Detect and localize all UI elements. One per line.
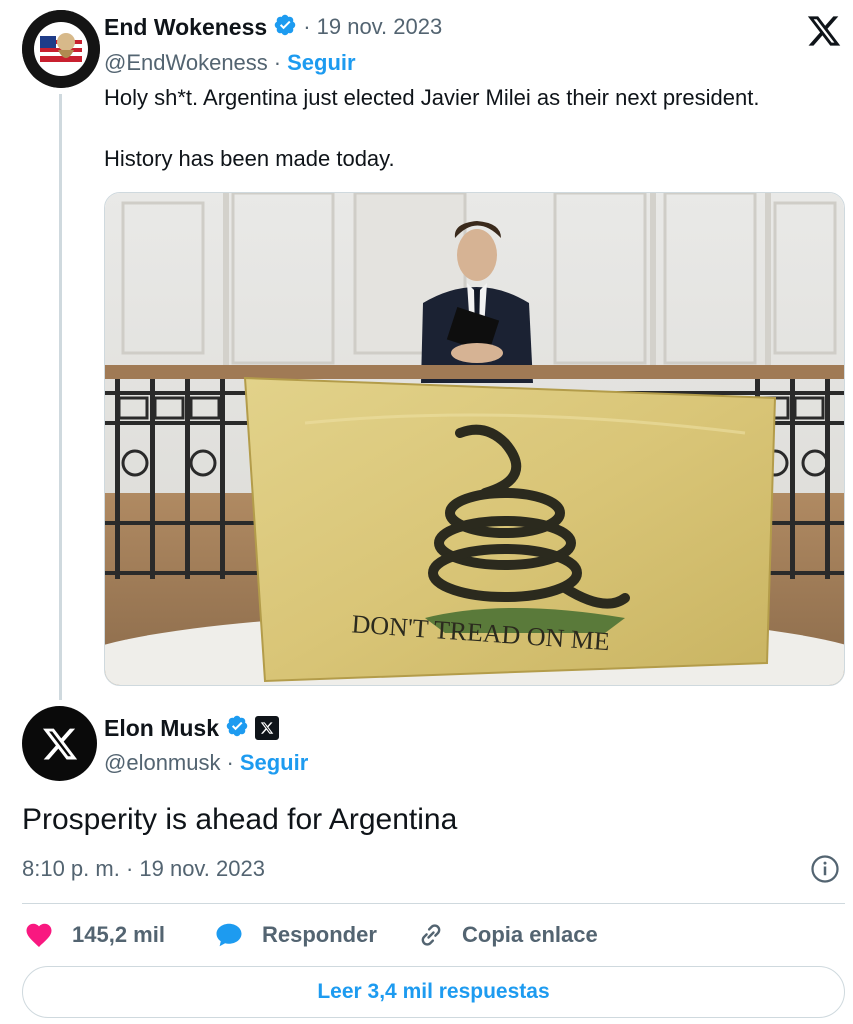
tweet-timestamp[interactable]: 8:10 p. m. · 19 nov. 2023 — [22, 856, 265, 882]
thread-connector-line — [59, 94, 62, 700]
divider — [22, 903, 845, 904]
separator-dot: · — [226, 750, 234, 775]
photo-graphic: DON'T TREAD ON ME — [105, 193, 844, 685]
verified-badge-icon — [225, 714, 249, 743]
copy-link-action[interactable]: Copia enlace — [416, 918, 598, 952]
verified-badge-icon — [273, 13, 297, 42]
read-replies-button[interactable]: Leer 3,4 mil respuestas — [22, 966, 845, 1018]
main-tweet-text: Prosperity is ahead for Argentina — [22, 803, 458, 836]
heart-icon — [24, 920, 54, 950]
x-affiliate-icon[interactable] — [255, 716, 280, 740]
reply-bubble-icon — [214, 920, 244, 950]
elon-musk-avatar[interactable] — [22, 706, 97, 781]
end-wokeness-avatar[interactable] — [22, 10, 100, 88]
x-avatar-logo-icon — [42, 728, 77, 759]
quoted-display-name[interactable]: End Wokeness — [104, 14, 267, 41]
main-handle[interactable]: @elonmusk — [104, 750, 221, 776]
like-action[interactable]: 145,2 mil — [24, 918, 165, 952]
main-display-name[interactable]: Elon Musk — [104, 715, 219, 742]
tweet-photo[interactable]: DON'T TREAD ON ME — [104, 192, 845, 686]
reply-action[interactable]: Responder — [214, 918, 377, 952]
quoted-date[interactable]: · 19 nov. 2023 — [303, 14, 442, 40]
quoted-tweet-text-line2: History has been made today. — [104, 146, 395, 171]
avatar-graphic — [22, 10, 100, 88]
main-handle-row: @elonmusk · Seguir — [104, 748, 308, 778]
read-replies-label: Leer 3,4 mil respuestas — [317, 980, 550, 1003]
main-follow-button[interactable]: Seguir — [240, 750, 308, 776]
info-icon[interactable] — [810, 854, 840, 884]
x-logo-icon[interactable] — [806, 13, 842, 49]
link-icon — [416, 920, 446, 950]
quoted-handle[interactable]: @EndWokeness — [104, 50, 268, 76]
separator-dot: · — [273, 50, 282, 75]
quoted-tweet-text-line1: Holy sh*t. Argentina just elected Javier… — [104, 85, 760, 110]
quoted-handle-row: @EndWokeness · Seguir — [104, 48, 356, 78]
main-tweet-header: Elon Musk — [104, 712, 280, 744]
reply-label: Responder — [262, 922, 377, 947]
copy-link-label: Copia enlace — [462, 922, 598, 947]
quoted-follow-button[interactable]: Seguir — [287, 50, 355, 76]
quoted-tweet-header: End Wokeness · 19 nov. 2023 — [104, 12, 442, 42]
like-count: 145,2 mil — [72, 922, 165, 947]
